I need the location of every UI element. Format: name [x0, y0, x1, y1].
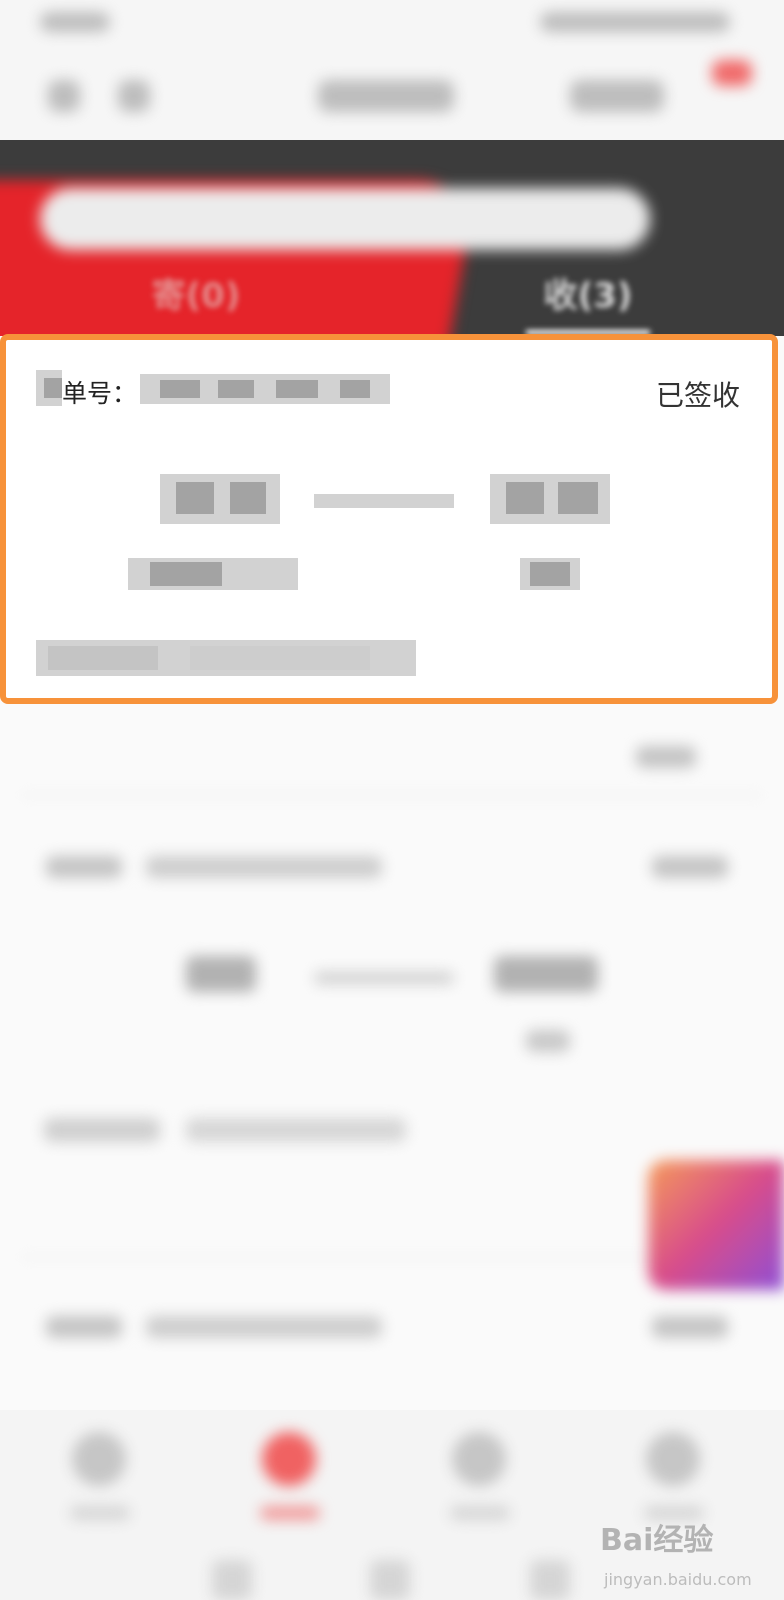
nav-parcel-icon[interactable] [262, 1432, 316, 1486]
nav-service-icon[interactable] [452, 1432, 506, 1486]
tab-receive[interactable]: 收(3) [488, 268, 688, 317]
tab-send[interactable]: 寄(0) [96, 268, 296, 317]
parcel-status: 已签收 [656, 379, 741, 412]
search-input[interactable] [40, 188, 650, 250]
back-icon[interactable] [48, 80, 80, 112]
list-item-action[interactable] [636, 746, 696, 768]
top-bar [0, 0, 784, 140]
baidu-watermark: Bai经验 [600, 1523, 714, 1558]
nav-profile-icon[interactable] [646, 1432, 700, 1486]
tracking-number-label: 单号： [62, 379, 138, 408]
promo-float-banner[interactable] [648, 1160, 784, 1290]
baidu-watermark-url: jingyan.baidu.com [604, 1570, 752, 1589]
notification-dot [712, 60, 752, 86]
more-button[interactable] [570, 80, 664, 112]
close-icon[interactable] [118, 80, 150, 112]
page-title [318, 80, 454, 112]
nav-home-icon[interactable] [72, 1432, 126, 1486]
